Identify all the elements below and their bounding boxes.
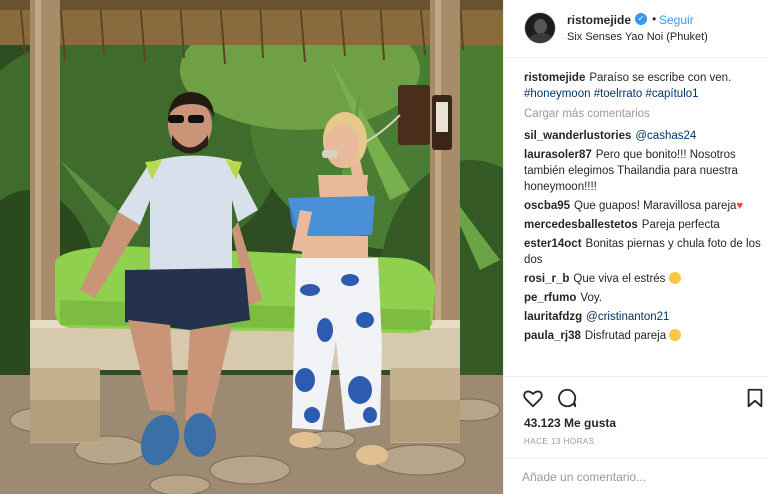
heart-outline-icon[interactable] [522, 387, 544, 409]
verified-badge-icon: ✓ [635, 13, 647, 25]
comment-username[interactable]: ester14oct [524, 238, 582, 250]
load-more-comments[interactable]: Cargar más comentarios [524, 106, 764, 122]
caption-hashtags[interactable]: #honeymoon #toelrrato #capítulo1 [524, 88, 699, 100]
likes-label: Me gusta [564, 416, 617, 430]
post-header: ristomejide ✓ • Seguir Six Senses Yao No… [504, 0, 768, 58]
comment-item: rosi_r_b Que viva el estrés [524, 271, 764, 287]
post-username[interactable]: ristomejide [567, 13, 631, 27]
comment-item: paula_rj38 Disfrutad pareja [524, 328, 764, 344]
post-timestamp: HACE 13 HORAS [524, 437, 595, 446]
bookmark-icon[interactable] [744, 387, 766, 409]
comment-username[interactable]: pe_rfumo [524, 292, 576, 304]
red-heart-emoji: ♥ [736, 200, 744, 212]
comment-mention[interactable]: @cashas24 [635, 130, 696, 142]
comment-text: Disfrutad pareja [584, 330, 667, 342]
comment-item: sil_wanderlustories @cashas24 [524, 128, 764, 144]
comment-mention[interactable]: @cristinanton21 [586, 311, 669, 323]
comments-list[interactable]: ristomejide Paraíso se escribe con ven. #… [524, 70, 764, 375]
comment-item: ester14oct Bonitas piernas y chula foto d… [524, 236, 764, 268]
post-actions [504, 376, 768, 416]
post-sidebar: ristomejide ✓ • Seguir Six Senses Yao No… [503, 0, 768, 494]
likes-number: 43.123 [524, 416, 561, 430]
face-emoji [669, 329, 682, 341]
follow-button[interactable]: Seguir [659, 13, 694, 27]
comment-text: Que guapos! Maravillosa pareja [574, 200, 737, 212]
add-comment-bar [504, 458, 768, 494]
caption-username[interactable]: ristomejide [524, 72, 585, 84]
comment-username[interactable]: lauritafdzg [524, 311, 582, 323]
honeymoon-photo-illustration [0, 0, 503, 494]
comment-username[interactable]: paula_rj38 [524, 330, 581, 342]
avatar[interactable] [524, 12, 556, 44]
comment-item: mercedesballestetos Pareja perfecta [524, 217, 764, 233]
comment-text: Que viva el estrés [573, 273, 666, 285]
post-location[interactable]: Six Senses Yao Noi (Phuket) [567, 31, 708, 43]
comment-input[interactable] [522, 468, 752, 486]
comment-username[interactable]: laurasoler87 [524, 149, 592, 161]
comment-username[interactable]: sil_wanderlustories [524, 130, 631, 142]
caption-text: Paraíso se escribe con ven. [589, 72, 732, 84]
post-photo[interactable] [0, 0, 503, 494]
face-emoji [668, 272, 681, 284]
post-caption: ristomejide Paraíso se escribe con ven. #… [524, 70, 764, 102]
comment-item: laurasoler87 Pero que bonito!!! Nosotros … [524, 147, 764, 195]
comment-item: oscba95 Que guapos! Maravillosa pareja♥ [524, 198, 764, 214]
comment-username[interactable]: mercedesballestetos [524, 219, 638, 231]
comment-item: pe_rfumo Voy. [524, 290, 764, 306]
comment-item: lauritafdzg @cristinanton21 [524, 309, 764, 325]
separator-dot: • [652, 12, 657, 26]
comment-text: Voy. [580, 292, 602, 304]
likes-count[interactable]: 43.123 Me gusta [524, 416, 616, 430]
comment-bubble-icon[interactable] [556, 387, 578, 409]
comment-username[interactable]: oscba95 [524, 200, 570, 212]
comment-text: Pareja perfecta [641, 219, 720, 231]
comment-username[interactable]: rosi_r_b [524, 273, 569, 285]
